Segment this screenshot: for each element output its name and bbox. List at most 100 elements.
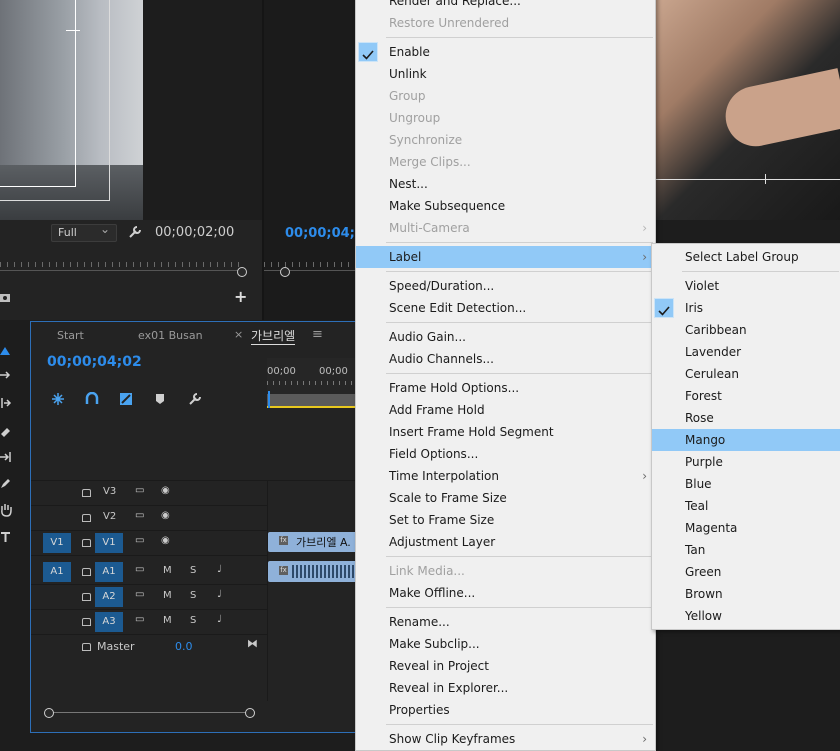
label-item-cerulean[interactable]: Cerulean [652, 363, 840, 385]
wrench-icon[interactable] [128, 225, 142, 239]
source-timecode[interactable]: 00;00;02;00 [155, 225, 234, 240]
lock-icon[interactable] [82, 539, 91, 547]
selection-tool-icon[interactable] [0, 345, 12, 357]
zoom-select[interactable]: Full ⌄ [51, 222, 117, 242]
microphone-icon[interactable]: ♩ [217, 614, 222, 625]
lock-icon[interactable] [82, 489, 91, 497]
lock-icon[interactable] [82, 618, 91, 626]
audio-clip[interactable]: fx [268, 561, 357, 582]
nest-sequence-icon[interactable] [51, 392, 65, 406]
tab-gabriel[interactable]: 가브리엘 [251, 327, 296, 345]
eye-icon[interactable]: ◉ [161, 535, 170, 546]
menu-item-adjustment-layer[interactable]: Adjustment Layer [356, 531, 655, 553]
solo-button[interactable]: S [190, 565, 196, 576]
menu-item-field-options[interactable]: Field Options... [356, 443, 655, 465]
scroll-handle-left[interactable] [44, 708, 54, 718]
close-icon[interactable]: × [234, 328, 243, 341]
menu-item-show-clip-keyframes[interactable]: Show Clip Keyframes › [356, 728, 655, 750]
label-item-yellow[interactable]: Yellow [652, 605, 840, 627]
timeline-scrollbar-track[interactable] [48, 712, 250, 713]
menu-item-time-interpolation[interactable]: Time Interpolation › [356, 465, 655, 487]
menu-item-speed-duration[interactable]: Speed/Duration... [356, 275, 655, 297]
label-item-green[interactable]: Green [652, 561, 840, 583]
scroll-handle-right[interactable] [245, 708, 255, 718]
add-button-icon[interactable]: + [234, 287, 247, 306]
track-name[interactable]: A1 [95, 562, 123, 582]
pen-tool-icon[interactable] [0, 477, 12, 489]
mute-button[interactable]: M [163, 615, 172, 626]
track-name[interactable]: A2 [95, 587, 123, 607]
lock-icon[interactable] [82, 568, 91, 576]
snap-magnet-icon[interactable] [85, 392, 99, 406]
solo-button[interactable]: S [190, 615, 196, 626]
track-name[interactable]: A3 [95, 612, 123, 632]
solo-button[interactable]: S [190, 590, 196, 601]
mute-button[interactable]: M [163, 565, 172, 576]
label-item-violet[interactable]: Violet [652, 275, 840, 297]
track-name[interactable]: V1 [95, 533, 123, 553]
menu-item-frame-hold-options[interactable]: Frame Hold Options... [356, 377, 655, 399]
menu-item-rename[interactable]: Rename... [356, 611, 655, 633]
sync-lock-icon[interactable]: ▭ [135, 564, 144, 575]
menu-item-render-and-replace[interactable]: Render and Replace... [356, 0, 655, 12]
source-patch-a1[interactable]: A1 [43, 562, 71, 582]
label-item-magenta[interactable]: Magenta [652, 517, 840, 539]
label-item-purple[interactable]: Purple [652, 451, 840, 473]
razor-tool-icon[interactable] [0, 425, 12, 437]
menu-item-enable[interactable]: Enable [356, 41, 655, 63]
sync-lock-icon[interactable]: ▭ [135, 614, 144, 625]
label-item-forest[interactable]: Forest [652, 385, 840, 407]
menu-item-audio-gain[interactable]: Audio Gain... [356, 326, 655, 348]
video-clip[interactable]: fx 가브리엘 A. [268, 532, 357, 552]
menu-item-scale-to-frame-size[interactable]: Scale to Frame Size [356, 487, 655, 509]
label-item-blue[interactable]: Blue [652, 473, 840, 495]
menu-item-insert-frame-hold-segment[interactable]: Insert Frame Hold Segment [356, 421, 655, 443]
playhead[interactable] [268, 391, 270, 408]
panel-menu-icon[interactable]: ≡ [312, 327, 323, 342]
label-item-caribbean[interactable]: Caribbean [652, 319, 840, 341]
master-volume[interactable]: 0.0 [175, 640, 193, 653]
track-select-tool-icon[interactable] [0, 369, 12, 381]
sync-lock-icon[interactable]: ▭ [135, 589, 144, 600]
label-item-mango[interactable]: Mango [652, 429, 840, 451]
sync-lock-icon[interactable]: ▭ [135, 510, 144, 521]
source-scroll-handle[interactable] [237, 267, 247, 277]
menu-item-make-offline[interactable]: Make Offline... [356, 582, 655, 604]
menu-item-unlink[interactable]: Unlink [356, 63, 655, 85]
menu-item-reveal-in-explorer[interactable]: Reveal in Explorer... [356, 677, 655, 699]
program-timecode[interactable]: 00;00;04;0 [285, 226, 364, 241]
wrench-icon[interactable] [188, 392, 202, 406]
tab-start[interactable]: Start [57, 329, 84, 342]
source-patch-v1[interactable]: V1 [43, 533, 71, 553]
eye-icon[interactable]: ◉ [161, 510, 170, 521]
label-item-tan[interactable]: Tan [652, 539, 840, 561]
work-area-bar[interactable] [267, 394, 357, 406]
label-item-select-label-group[interactable]: Select Label Group [652, 246, 840, 268]
label-item-lavender[interactable]: Lavender [652, 341, 840, 363]
menu-item-make-subclip[interactable]: Make Subclip... [356, 633, 655, 655]
sync-lock-icon[interactable]: ▭ [135, 535, 144, 546]
lock-icon[interactable] [82, 514, 91, 522]
hand-tool-icon[interactable] [0, 503, 12, 517]
label-item-teal[interactable]: Teal [652, 495, 840, 517]
label-item-brown[interactable]: Brown [652, 583, 840, 605]
add-marker-icon[interactable] [155, 393, 165, 405]
master-go-to-icon[interactable]: ⧓ [247, 637, 258, 650]
menu-item-properties[interactable]: Properties [356, 699, 655, 721]
camera-icon[interactable] [0, 291, 10, 303]
menu-item-set-to-frame-size[interactable]: Set to Frame Size [356, 509, 655, 531]
microphone-icon[interactable]: ♩ [217, 589, 222, 600]
lock-icon[interactable] [82, 593, 91, 601]
menu-item-nest[interactable]: Nest... [356, 173, 655, 195]
menu-item-add-frame-hold[interactable]: Add Frame Hold [356, 399, 655, 421]
lock-icon[interactable] [82, 643, 91, 651]
menu-item-make-subsequence[interactable]: Make Subsequence [356, 195, 655, 217]
type-tool-icon[interactable] [0, 531, 12, 543]
ripple-edit-tool-icon[interactable] [0, 397, 12, 409]
eye-icon[interactable]: ◉ [161, 485, 170, 496]
tab-ex01-busan[interactable]: ex01 Busan [138, 329, 203, 342]
label-item-rose[interactable]: Rose [652, 407, 840, 429]
menu-item-scene-edit-detection[interactable]: Scene Edit Detection... [356, 297, 655, 319]
menu-item-reveal-in-project[interactable]: Reveal in Project [356, 655, 655, 677]
mute-button[interactable]: M [163, 590, 172, 601]
